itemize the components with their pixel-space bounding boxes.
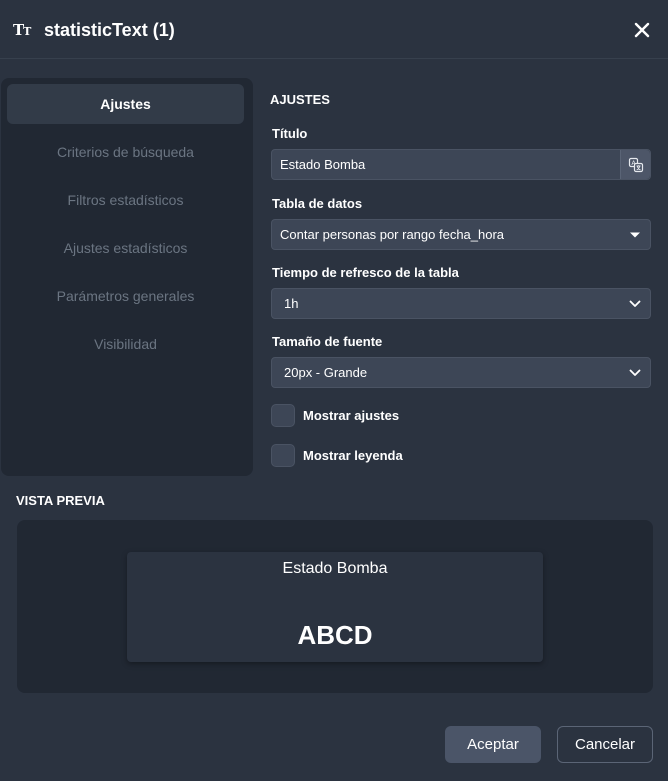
table-label: Tabla de datos [272,196,363,211]
title-label: Título [272,126,308,141]
title-input[interactable]: Estado Bomba A [271,149,651,180]
show-settings-option[interactable]: Mostrar ajustes [271,404,399,427]
text-size-icon: TT [13,21,31,39]
font-size-select[interactable]: 20px - Grande [271,357,651,388]
show-settings-checkbox[interactable] [271,404,295,427]
chevron-down-icon [620,358,650,387]
dialog-title: statisticText (1) [44,20,175,40]
show-legend-checkbox[interactable] [271,444,295,467]
sidebar-item-ajustes[interactable]: Ajustes [7,84,244,124]
table-select-value: Contar personas por rango fecha_hora [280,227,505,242]
preview-card: Estado Bomba ABCD [127,552,543,662]
close-icon [634,22,650,38]
sidebar-item-visibilidad[interactable]: Visibilidad [7,324,244,364]
preview-card-title: Estado Bomba [282,560,388,577]
sidebar-item-ajustes-estadisticos[interactable]: Ajustes estadísticos [7,228,244,268]
dialog-header: TT statisticText (1) [0,0,668,59]
refresh-select[interactable]: 1h [271,288,651,319]
close-button[interactable] [630,18,654,42]
preview-card-value: ABCD [297,620,373,650]
refresh-label: Tiempo de refresco de la tabla [272,265,459,280]
show-legend-option[interactable]: Mostrar leyenda [271,444,403,467]
font-size-select-value: 20px - Grande [284,365,368,380]
font-size-label: Tamaño de fuente [272,334,383,349]
caret-down-icon [620,220,650,249]
refresh-select-value: 1h [284,296,299,311]
show-settings-label: Mostrar ajustes [303,408,400,423]
sidebar-item-criterios[interactable]: Criterios de búsqueda [7,132,244,172]
show-legend-label: Mostrar leyenda [303,448,403,463]
title-input-value: Estado Bomba [280,157,366,172]
settings-section-title: AJUSTES [270,92,330,107]
table-select[interactable]: Contar personas por rango fecha_hora [271,219,651,250]
settings-sidebar: Ajustes Criterios de búsqueda Filtros es… [1,78,253,476]
chevron-down-icon [620,289,650,318]
accept-button[interactable]: Aceptar [445,726,541,763]
sidebar-item-parametros[interactable]: Parámetros generales [7,276,244,316]
cancel-button[interactable]: Cancelar [557,726,653,763]
sidebar-item-filtros[interactable]: Filtros estadísticos [7,180,244,220]
preview-section-title: VISTA PREVIA [16,493,105,508]
translate-icon: A [628,157,643,172]
translate-button[interactable]: A [620,150,650,179]
